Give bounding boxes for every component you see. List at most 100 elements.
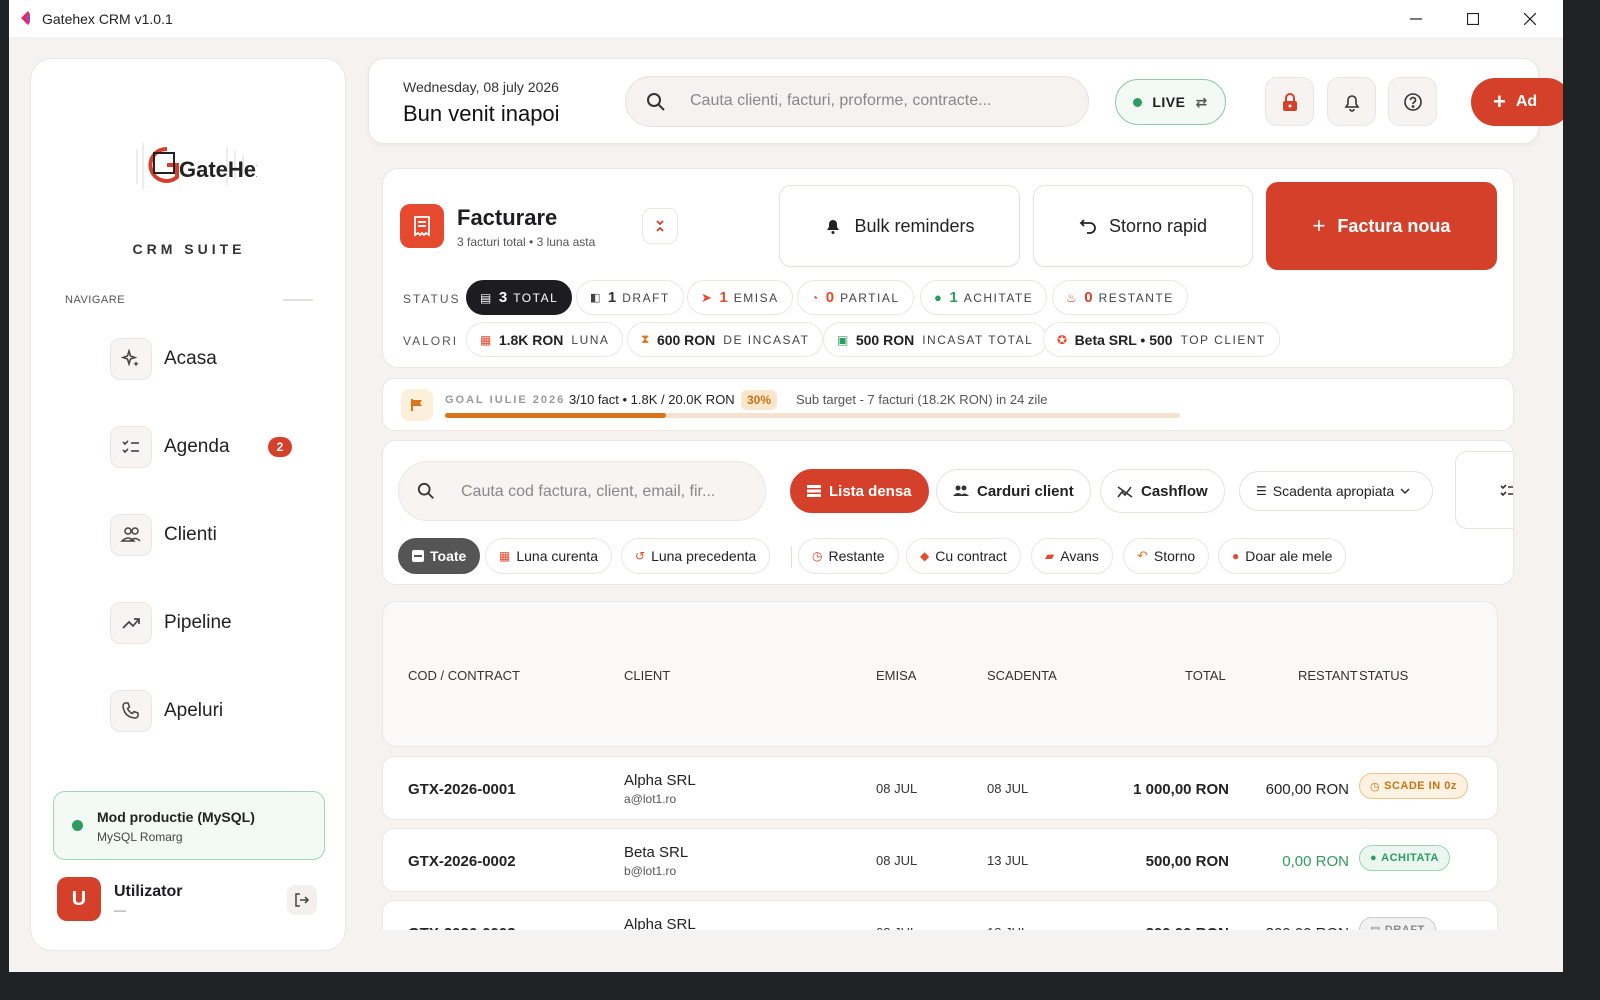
gatehex-logo: GateHex	[127, 129, 269, 199]
sidebar-item-acasa[interactable]: Acasa	[110, 336, 330, 382]
status-chip-draft[interactable]: ◧ 1 DRAFT	[576, 280, 684, 315]
filters-panel: Cauta cod factura, client, email, fir...…	[382, 440, 1514, 585]
filter-chip-avans[interactable]: ▰ Avans	[1031, 538, 1113, 574]
sidebar-item-label: Clienti	[164, 524, 217, 545]
filter-chip-restante[interactable]: ◷ Restante	[798, 538, 899, 574]
user-panel: U Utilizator —	[57, 877, 327, 923]
page-subtitle: 3 facturi total • 3 luna asta	[457, 235, 596, 249]
invoice-icon	[400, 204, 444, 248]
close-button[interactable]	[1501, 0, 1559, 37]
status-row-label: STATUS	[403, 292, 461, 306]
title-bar: Gatehex CRM v1.0.1	[9, 0, 1563, 37]
chip-label: TOTAL	[513, 290, 559, 305]
calendar-icon: ▦	[499, 549, 511, 563]
table-row[interactable]: GTX-2026-0002 Beta SRL b@lot1.ro 08 JUL …	[382, 828, 1498, 892]
goal-progress-track	[445, 413, 1180, 418]
filter-chip-toate[interactable]: Toate	[398, 538, 481, 574]
user-icon: ●	[1232, 549, 1240, 563]
nav-section-label: NAVIGARE	[65, 294, 126, 306]
status-chip-emisa[interactable]: ➤ 1 EMISA	[687, 280, 793, 315]
client-name: Alpha SRL	[624, 772, 696, 789]
status-chip-restante[interactable]: ♨ 0 RESTANTE	[1052, 280, 1188, 315]
view-label: Cashflow	[1141, 482, 1208, 500]
collapse-button[interactable]	[642, 208, 678, 244]
checklist-icon	[110, 426, 152, 468]
facturare-card: Facturare 3 facturi total • 3 luna asta …	[382, 168, 1514, 368]
storno-rapid-button[interactable]: Storno rapid	[1033, 185, 1253, 267]
invoice-code[interactable]: GTX-2026-0001	[408, 781, 516, 798]
new-invoice-button[interactable]: + Factura noua	[1266, 182, 1497, 270]
scroll-clip	[368, 930, 1563, 972]
chart-line-icon	[1117, 484, 1133, 498]
table-row[interactable]: GTX-2026-0001 Alpha SRL a@lot1.ro 08 JUL…	[382, 756, 1498, 820]
users-icon	[953, 485, 969, 497]
invoice-search-input[interactable]: Cauta cod factura, client, email, fir...	[398, 461, 766, 521]
issue-date: 08 JUL	[876, 781, 918, 796]
welcome-title: Bun venit inapoi	[403, 101, 560, 126]
minimize-button[interactable]	[1387, 0, 1445, 37]
chip-value: 600 RON	[656, 331, 716, 348]
sidebar-item-clienti[interactable]: Clienti	[110, 512, 330, 558]
top-bar: Wednesday, 08 july 2026 Bun venit inapoi…	[368, 58, 1563, 144]
agenda-count-badge: 2	[268, 437, 292, 457]
values-row-label: VALORI	[403, 334, 459, 348]
help-button[interactable]	[1388, 77, 1437, 126]
live-toggle[interactable]: LIVE ⇄	[1115, 79, 1226, 125]
sidebar-item-agenda[interactable]: Agenda 2	[110, 424, 330, 470]
invoice-total: 1 000,00 RON	[1133, 781, 1229, 798]
columns-button[interactable]	[1455, 451, 1513, 529]
sidebar-item-pipeline[interactable]: Pipeline	[110, 600, 330, 646]
sidebar-item-label: Pipeline	[164, 612, 232, 633]
status-chip-partial[interactable]: ◔ 0 PARTIAL	[797, 280, 914, 315]
maximize-button[interactable]	[1444, 0, 1502, 37]
column-header-restant[interactable]: RESTANT	[1298, 668, 1358, 683]
nav-divider	[283, 299, 313, 301]
help-icon	[1403, 92, 1422, 111]
swap-icon: ⇄	[1195, 93, 1208, 110]
filter-chip-luna-curenta[interactable]: ▦ Luna curenta	[485, 538, 613, 574]
status-badge-label: ACHITATA	[1381, 852, 1439, 864]
collapse-icon	[656, 220, 664, 232]
undo-icon: ↶	[1137, 548, 1148, 563]
status-chip-total[interactable]: ▤ 3 TOTAL	[466, 280, 573, 315]
value-chip-luna: ▦ 1.8K RON LUNA	[466, 322, 624, 357]
filter-chip-storno[interactable]: ↶ Storno	[1123, 538, 1210, 574]
logout-button[interactable]	[287, 885, 317, 915]
filter-chip-label: Cu contract	[935, 548, 1007, 564]
plus-icon: +	[1312, 213, 1326, 238]
live-label: LIVE	[1152, 94, 1186, 110]
sidebar-item-apeluri[interactable]: Apeluri	[110, 688, 330, 734]
send-icon: ➤	[701, 289, 714, 305]
maximize-icon	[1467, 12, 1479, 25]
status-badge: ◷ SCADE IN 0z	[1359, 773, 1468, 799]
column-header-cod[interactable]: COD / CONTRACT	[408, 668, 520, 683]
value-chip-de-incasat: ⧗ 600 RON DE INCASAT	[627, 322, 824, 357]
sort-select[interactable]: ☰ Scadenta apropiata	[1239, 471, 1433, 511]
invoice-code[interactable]: GTX-2026-0002	[408, 853, 516, 870]
view-client-cards-button[interactable]: Carduri client	[936, 469, 1091, 513]
add-button[interactable]: + Ad	[1471, 78, 1563, 126]
notifications-button[interactable]	[1327, 77, 1376, 126]
global-search-input[interactable]: Cauta clienti, facturi, proforme, contra…	[625, 76, 1089, 127]
db-mode-card[interactable]: Mod productie (MySQL) MySQL Romarg	[53, 791, 325, 860]
view-dense-list-button[interactable]: Lista densa	[790, 469, 929, 513]
filter-chip-luna-precedenta[interactable]: ↺ Luna precedenta	[621, 538, 771, 574]
goal-value: 3/10 fact • 1.8K / 20.0K RON	[569, 392, 735, 407]
column-header-scadenta[interactable]: SCADENTA	[987, 668, 1057, 683]
invoice-table-header: COD / CONTRACT CLIENT EMISA SCADENTA TOT…	[382, 601, 1498, 747]
bulk-reminders-button[interactable]: Bulk reminders	[779, 185, 1020, 267]
column-header-total[interactable]: TOTAL	[1185, 668, 1226, 683]
filter-chip-doar-ale-mele[interactable]: ● Doar ale mele	[1218, 538, 1347, 574]
column-header-status[interactable]: STATUS	[1359, 668, 1408, 683]
flag-icon	[401, 389, 433, 421]
chip-value: 1.8K RON	[498, 331, 564, 348]
status-chip-achitate[interactable]: ● 1 ACHITATE	[920, 280, 1048, 315]
undo-icon	[1079, 218, 1097, 234]
invoice-outstanding: 600,00 RON	[1265, 781, 1349, 798]
lock-button[interactable]	[1265, 77, 1314, 126]
view-cashflow-button[interactable]: Cashflow	[1100, 469, 1225, 513]
avatar[interactable]: U	[57, 877, 101, 921]
filter-chip-cu-contract[interactable]: ◆ Cu contract	[906, 538, 1021, 574]
column-header-client[interactable]: CLIENT	[624, 668, 670, 683]
column-header-emisa[interactable]: EMISA	[876, 668, 916, 683]
